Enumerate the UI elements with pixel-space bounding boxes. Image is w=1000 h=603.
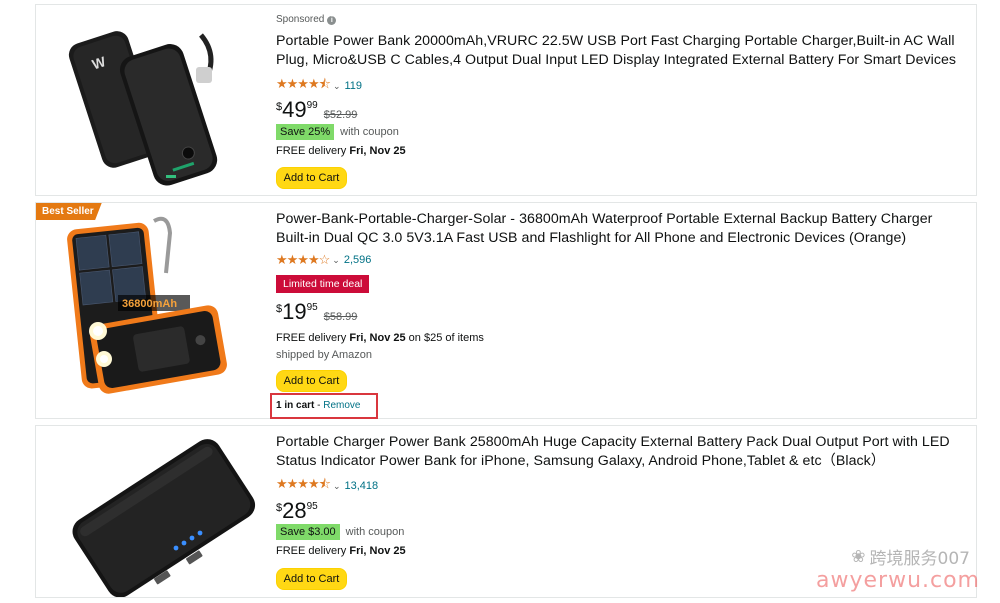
rating[interactable]: ★★★★☆ ⌄ 2,596 — [276, 252, 371, 268]
watermark-url: awyerwu.com — [816, 568, 980, 593]
price: $ 49 99 $52.99 — [276, 97, 358, 122]
product-title[interactable]: Portable Power Bank 20000mAh,VRURC 22.5W… — [276, 32, 968, 70]
product-title[interactable]: Power-Bank-Portable-Charger-Solar - 3680… — [276, 210, 968, 248]
product-card: Best Seller 36800mAh Power-Bank-Portable… — [35, 202, 977, 419]
add-to-cart-button[interactable]: Add to Cart — [276, 167, 347, 189]
coupon[interactable]: Save $3.00 with coupon — [276, 524, 404, 540]
limited-deal-badge: Limited time deal — [276, 275, 370, 293]
shipped-by: shipped by Amazon — [276, 349, 373, 361]
rating[interactable]: ★★★★⯪ ⌄ 13,418 — [276, 475, 378, 497]
price: $ 19 95 $58.99 — [276, 299, 358, 324]
power-bank-image: W — [68, 31, 218, 186]
star-rating-icon: ★★★★☆ — [276, 252, 330, 267]
delivery-info: FREE delivery Fri, Nov 25 — [276, 545, 406, 557]
rating-count[interactable]: 119 — [344, 80, 362, 92]
list-price: $52.99 — [323, 109, 358, 121]
price: $ 28 95 — [276, 498, 318, 523]
coupon[interactable]: Save 25% with coupon — [276, 124, 399, 140]
coupon-badge: Save $3.00 — [276, 524, 340, 540]
remove-link[interactable]: Remove — [323, 400, 360, 411]
black-power-bank-image — [72, 439, 256, 597]
chevron-down-icon[interactable]: ⌄ — [333, 81, 341, 92]
best-seller-badge: Best Seller — [36, 203, 102, 220]
product-image[interactable]: W — [36, 5, 267, 195]
chevron-down-icon[interactable]: ⌄ — [332, 255, 340, 266]
rating[interactable]: ★★★★⯪ ⌄ 119 — [276, 75, 362, 97]
delivery-info: FREE delivery Fri, Nov 25 on $25 of item… — [276, 332, 484, 344]
product-image[interactable] — [36, 426, 267, 597]
solar-power-bank-image: 36800mAh — [67, 216, 227, 394]
info-icon[interactable]: i — [327, 16, 337, 25]
rating-count[interactable]: 13,418 — [344, 480, 378, 492]
coupon-badge: Save 25% — [276, 124, 335, 140]
in-cart-status: 1 in cart - Remove — [276, 400, 361, 411]
list-price: $58.99 — [323, 311, 358, 323]
chevron-down-icon[interactable]: ⌄ — [333, 481, 341, 492]
star-rating-icon: ★★★★⯪ — [276, 476, 331, 491]
rating-count[interactable]: 2,596 — [344, 254, 372, 266]
product-title[interactable]: Portable Charger Power Bank 25800mAh Hug… — [276, 433, 968, 471]
product-image[interactable]: 36800mAh — [36, 203, 267, 418]
star-rating-icon: ★★★★⯪ — [276, 76, 331, 91]
delivery-info: FREE delivery Fri, Nov 25 — [276, 145, 406, 157]
sponsored-label: Sponsored i — [276, 14, 337, 25]
add-to-cart-button[interactable]: Add to Cart — [276, 568, 347, 590]
wechat-icon: ❀ — [851, 546, 866, 567]
capacity-label: 36800mAh — [122, 298, 177, 310]
product-card: W Sponsored i Portable Power Bank 20000mA… — [35, 4, 977, 196]
watermark-cn: ❀ 跨境服务007 — [851, 546, 970, 570]
add-to-cart-button[interactable]: Add to Cart — [276, 370, 347, 392]
